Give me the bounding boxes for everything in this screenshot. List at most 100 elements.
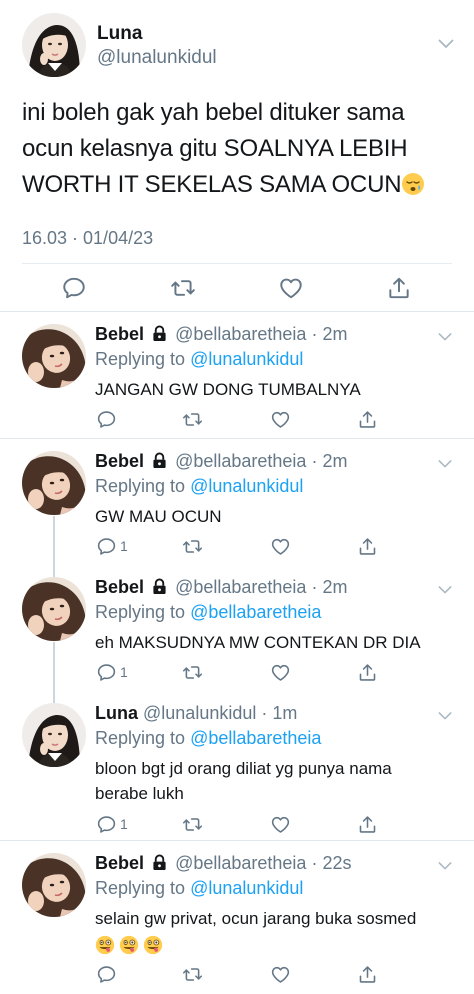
- author-name[interactable]: Luna: [97, 23, 142, 45]
- replying-to-link[interactable]: @lunalunkidul: [190, 349, 303, 369]
- avatar[interactable]: [22, 853, 86, 917]
- like-button[interactable]: [270, 661, 291, 683]
- tweet-timestamp[interactable]: 16.03 · 01/04/23: [22, 228, 153, 249]
- author-name[interactable]: Bebel: [95, 324, 144, 344]
- like-icon[interactable]: [270, 814, 291, 835]
- chevron-down-icon[interactable]: [438, 861, 452, 871]
- retweet-button[interactable]: [182, 661, 203, 683]
- chevron-down-icon[interactable]: [438, 332, 452, 342]
- author-name[interactable]: Bebel: [95, 577, 144, 597]
- lock-icon: [152, 325, 167, 342]
- reply-button[interactable]: 1: [96, 535, 128, 557]
- share-icon[interactable]: [357, 536, 378, 557]
- share-icon[interactable]: [386, 275, 412, 301]
- sleepy-face-emoji-icon: [401, 172, 425, 196]
- reply-text: GW MAU OCUN: [95, 507, 222, 526]
- reply-tweet[interactable]: Luna @lunalunkidul · 1m Replying to @bel…: [0, 691, 474, 839]
- share-button[interactable]: [357, 661, 378, 683]
- emoji-row: [95, 933, 455, 958]
- chevron-down-icon[interactable]: [438, 38, 454, 50]
- like-icon[interactable]: [270, 964, 291, 985]
- reply-button[interactable]: [96, 963, 120, 985]
- avatar[interactable]: [22, 324, 86, 388]
- retweet-icon[interactable]: [170, 275, 196, 301]
- retweet-icon[interactable]: [182, 536, 203, 557]
- avatar[interactable]: [22, 13, 86, 77]
- share-button[interactable]: [357, 813, 378, 835]
- zany-face-emoji-icon: [143, 935, 163, 955]
- share-button[interactable]: [357, 408, 378, 430]
- share-icon[interactable]: [357, 409, 378, 430]
- author-handle[interactable]: @lunalunkidul: [97, 47, 217, 69]
- author-handle[interactable]: @bellabaretheia: [175, 577, 306, 597]
- reply-icon[interactable]: [96, 814, 117, 835]
- like-button[interactable]: [270, 535, 291, 557]
- retweet-icon[interactable]: [182, 814, 203, 835]
- reply-button[interactable]: 1: [96, 813, 128, 835]
- like-icon[interactable]: [270, 536, 291, 557]
- chevron-down-icon[interactable]: [438, 459, 452, 469]
- retweet-button[interactable]: [182, 813, 203, 835]
- replying-to-link[interactable]: @lunalunkidul: [190, 878, 303, 898]
- like-icon[interactable]: [270, 409, 291, 430]
- author-name[interactable]: Luna: [95, 703, 138, 723]
- lock-icon: [152, 854, 167, 871]
- retweet-button[interactable]: [182, 535, 203, 557]
- retweet-icon[interactable]: [182, 409, 203, 430]
- author-handle[interactable]: @bellabaretheia: [175, 324, 306, 344]
- main-tweet: Luna @lunalunkidul ini boleh gak yah beb…: [0, 0, 474, 312]
- zany-face-emoji-icon: [119, 935, 139, 955]
- author-handle[interactable]: @lunalunkidul: [143, 703, 256, 723]
- reply-button[interactable]: 1: [96, 661, 128, 683]
- reply-time: · 22s: [311, 853, 352, 873]
- replying-to-link[interactable]: @lunalunkidul: [190, 476, 303, 496]
- chevron-down-icon[interactable]: [438, 585, 452, 595]
- replying-to-link[interactable]: @bellabaretheia: [190, 602, 321, 622]
- share-icon[interactable]: [357, 662, 378, 683]
- reply-actions: 1: [0, 659, 474, 685]
- share-icon[interactable]: [357, 814, 378, 835]
- author-handle[interactable]: @bellabaretheia: [175, 451, 306, 471]
- reply-tweet[interactable]: Bebel @bellabaretheia · 2m Replying to @…: [0, 439, 474, 565]
- retweet-button[interactable]: [182, 408, 203, 430]
- reply-icon[interactable]: [96, 536, 117, 557]
- replying-to-link[interactable]: @bellabaretheia: [190, 728, 321, 748]
- like-icon[interactable]: [270, 662, 291, 683]
- share-icon[interactable]: [357, 964, 378, 985]
- avatar[interactable]: [22, 451, 86, 515]
- retweet-icon[interactable]: [182, 964, 203, 985]
- retweet-icon[interactable]: [182, 662, 203, 683]
- replying-to-label: Replying to: [95, 728, 191, 748]
- replying-to: Replying to @bellabaretheia: [95, 728, 321, 749]
- chevron-down-icon[interactable]: [438, 711, 452, 721]
- avatar[interactable]: [22, 703, 86, 767]
- reply-tweet[interactable]: Bebel @bellabaretheia · 22s Replying to …: [0, 841, 474, 994]
- author-name[interactable]: Bebel: [95, 853, 144, 873]
- reply-count: 1: [120, 816, 128, 832]
- reply-button[interactable]: [96, 408, 120, 430]
- like-button[interactable]: [270, 963, 291, 985]
- share-button[interactable]: [357, 963, 378, 985]
- divider: [22, 263, 452, 264]
- share-button[interactable]: [357, 535, 378, 557]
- tweet-text-line-content: WORTH IT SEKELAS SAMA OCUN: [22, 171, 402, 198]
- reply-icon[interactable]: [61, 275, 87, 301]
- like-button[interactable]: [270, 813, 291, 835]
- author-handle[interactable]: @bellabaretheia: [175, 853, 306, 873]
- reply-icon[interactable]: [96, 409, 117, 430]
- reply-text: JANGAN GW DONG TUMBALNYA: [95, 380, 361, 399]
- zany-face-emoji-icon: [95, 935, 115, 955]
- reply-icon[interactable]: [96, 662, 117, 683]
- avatar[interactable]: [22, 577, 86, 641]
- reply-tweet[interactable]: Bebel @bellabaretheia · 2m Replying to @…: [0, 312, 474, 438]
- replying-to-label: Replying to: [95, 602, 191, 622]
- replying-to: Replying to @lunalunkidul: [95, 476, 303, 497]
- reply-text: eh MAKSUDNYA MW CONTEKAN DR DIA: [95, 633, 421, 652]
- author-name[interactable]: Bebel: [95, 451, 144, 471]
- like-icon[interactable]: [278, 275, 304, 301]
- reply-tweet[interactable]: Bebel @bellabaretheia · 2m Replying to @…: [0, 565, 474, 691]
- reply-icon[interactable]: [96, 964, 117, 985]
- like-button[interactable]: [270, 408, 291, 430]
- retweet-button[interactable]: [182, 963, 203, 985]
- reply-text-line: bloon bgt jd orang diliat yg punya nama: [95, 759, 392, 778]
